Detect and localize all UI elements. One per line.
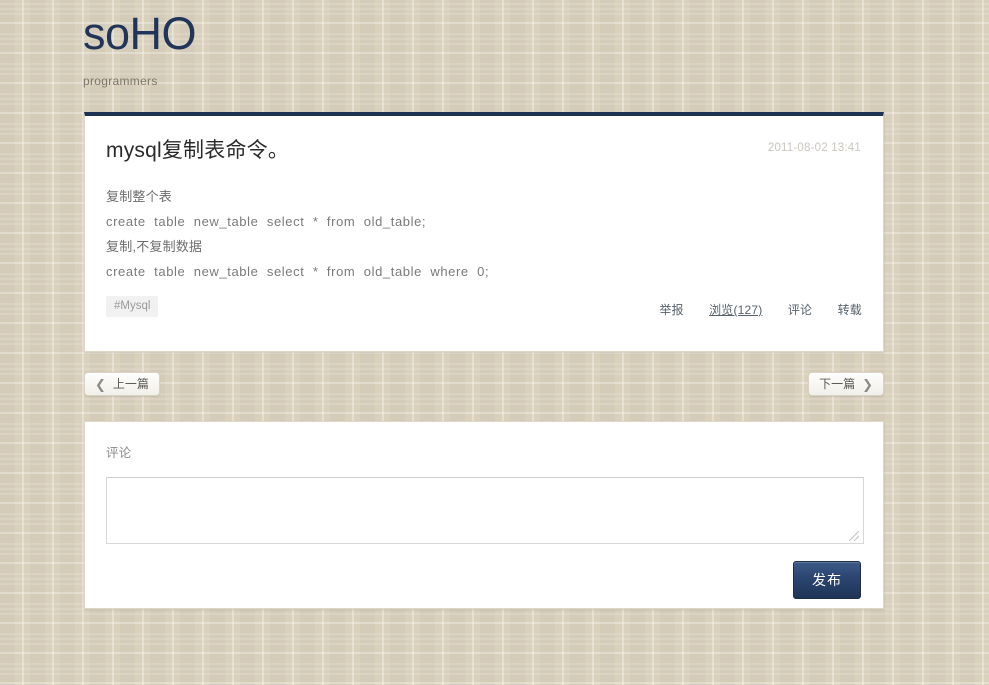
chevron-left-icon: ❮ [95, 376, 106, 392]
page-root: soHO programmers mysql复制表命令。 2011-08-02 … [0, 0, 989, 685]
post-body-line: 复制,不复制数据 [106, 239, 203, 254]
site-tagline: programmers [83, 74, 158, 88]
prev-post-label: 上一篇 [112, 377, 149, 391]
post-timestamp: 2011-08-02 13:41 [767, 142, 861, 154]
post-card: mysql复制表命令。 2011-08-02 13:41 复制整个表 creat… [84, 112, 884, 352]
post-content: mysql复制表命令。 2011-08-02 13:41 复制整个表 creat… [85, 116, 883, 284]
post-title: mysql复制表命令。 [106, 139, 290, 162]
post-body-line: create table new_table select * from old… [106, 214, 427, 229]
publish-button[interactable]: 发布 [793, 561, 861, 599]
post-actions: 举报 浏览(127) 评论 转载 [637, 301, 862, 318]
action-comment[interactable]: 评论 [788, 303, 812, 317]
comment-input-wrap [106, 477, 864, 544]
action-views[interactable]: 浏览(127) [709, 303, 762, 317]
post-body: 复制整个表 create table new_table select * fr… [106, 184, 863, 284]
comment-textarea[interactable] [106, 477, 864, 544]
post-tag[interactable]: #Mysql [106, 296, 159, 317]
post-body-line: 复制整个表 [106, 189, 173, 204]
action-repost[interactable]: 转载 [838, 303, 862, 317]
publish-row: 发布 [106, 561, 862, 599]
chevron-right-icon: ❯ [862, 376, 873, 392]
next-post-button[interactable]: 下一篇 ❯ [808, 372, 884, 396]
comment-section: 评论 发布 [85, 422, 883, 599]
post-footer: #Mysql 举报 浏览(127) 评论 转载 [85, 296, 883, 336]
comment-card: 评论 发布 [84, 421, 884, 609]
post-body-line: create table new_table select * from old… [106, 264, 490, 279]
comment-label: 评论 [106, 446, 132, 460]
prev-post-button[interactable]: ❮ 上一篇 [84, 372, 160, 396]
action-report[interactable]: 举报 [659, 303, 683, 317]
site-header: soHO programmers [83, 4, 883, 88]
site-logo[interactable]: soHO [83, 4, 883, 64]
next-post-label: 下一篇 [819, 377, 856, 391]
